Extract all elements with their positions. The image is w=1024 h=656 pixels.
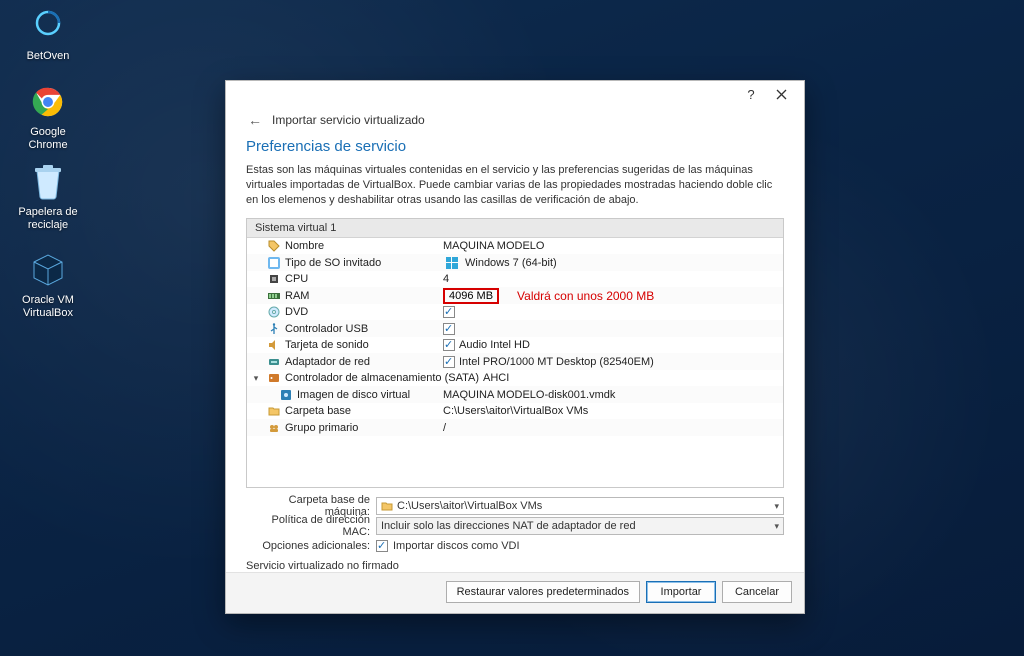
checkbox[interactable]: [443, 306, 455, 318]
cpu-icon: [265, 273, 283, 285]
desktop-icon-label: Papelera de reciclaje: [10, 206, 86, 231]
checkbox[interactable]: [443, 323, 455, 335]
titlebar: ?: [226, 81, 804, 108]
usb-icon: [265, 323, 283, 335]
chevron-down-icon: ▾: [774, 521, 779, 532]
storage-icon: [265, 372, 283, 384]
settings-group-header: Sistema virtual 1: [247, 219, 783, 238]
row-ram[interactable]: RAM 4096 MB Valdrá con unos 2000 MB: [247, 287, 783, 304]
desktop-icon-chrome[interactable]: Google Chrome: [10, 82, 86, 151]
row-name[interactable]: Nombre MAQUINA MODELO: [247, 238, 783, 255]
back-arrow-icon[interactable]: ←: [246, 112, 264, 128]
disk-image-icon: [277, 389, 295, 401]
breadcrumb-title: Importar servicio virtualizado: [272, 113, 425, 127]
import-button[interactable]: Importar: [646, 581, 716, 603]
row-disk-image[interactable]: Imagen de disco virtual MAQUINA MODELO-d…: [247, 386, 783, 403]
expand-toggle[interactable]: ▾: [247, 373, 265, 384]
ram-value-highlight: 4096 MB: [443, 288, 499, 304]
import-vdi-label: Importar discos como VDI: [393, 540, 520, 552]
row-audio[interactable]: Tarjeta de sonido Audio Intel HD: [247, 337, 783, 354]
section-description: Estas son las máquinas virtuales conteni…: [226, 163, 804, 218]
windows-icon: [443, 257, 461, 269]
unsigned-notice: Servicio virtualizado no firmado: [246, 560, 784, 572]
network-icon: [265, 356, 283, 368]
ram-icon: [265, 290, 283, 302]
disc-icon: [265, 306, 283, 318]
group-icon: [265, 422, 283, 434]
folder-icon: [381, 500, 393, 512]
desktop-icon-virtualbox[interactable]: Oracle VM VirtualBox: [10, 250, 86, 319]
desktop-icon-label: BetOven: [10, 50, 86, 63]
settings-table: Sistema virtual 1 Nombre MAQUINA MODELO …: [246, 218, 784, 488]
base-folder-combo[interactable]: C:\Users\aitor\VirtualBox VMs ▾: [376, 497, 784, 515]
virtualbox-icon: [28, 250, 68, 290]
button-bar: Restaurar valores predeterminados Import…: [226, 572, 804, 613]
mac-policy-combo[interactable]: Incluir solo las direcciones NAT de adap…: [376, 517, 784, 535]
restore-defaults-button[interactable]: Restaurar valores predeterminados: [446, 581, 640, 603]
row-dvd[interactable]: DVD: [247, 304, 783, 321]
help-button[interactable]: ?: [736, 83, 766, 107]
checkbox[interactable]: [443, 356, 455, 368]
row-primary-group[interactable]: Grupo primario /: [247, 419, 783, 436]
ram-annotation: Valdrá con unos 2000 MB: [517, 289, 654, 303]
desktop-icon-label: Oracle VM VirtualBox: [10, 294, 86, 319]
desktop-icon-betoven[interactable]: BetOven: [10, 6, 86, 63]
chrome-icon: [28, 82, 68, 122]
desktop-icon-label: Google Chrome: [10, 126, 86, 151]
mac-policy-label: Política de dirección MAC:: [246, 514, 376, 538]
checkbox[interactable]: [443, 339, 455, 351]
breadcrumb: ← Importar servicio virtualizado: [226, 108, 804, 134]
form-area: Carpeta base de máquina: C:\Users\aitor\…: [246, 496, 784, 556]
row-cpu[interactable]: CPU 4: [247, 271, 783, 288]
cancel-button[interactable]: Cancelar: [722, 581, 792, 603]
section-title: Preferencias de servicio: [226, 134, 804, 163]
app-icon: [28, 6, 68, 46]
additional-options-label: Opciones adicionales:: [246, 540, 376, 552]
speaker-icon: [265, 339, 283, 351]
row-os[interactable]: Tipo de SO invitado Windows 7 (64-bit): [247, 254, 783, 271]
chevron-down-icon: ▾: [774, 501, 779, 512]
desktop-icon-recycle[interactable]: Papelera de reciclaje: [10, 162, 86, 231]
row-network[interactable]: Adaptador de red Intel PRO/1000 MT Deskt…: [247, 353, 783, 370]
folder-icon: [265, 405, 283, 417]
row-storage-controller[interactable]: ▾ Controlador de almacenamiento (SATA) A…: [247, 370, 783, 387]
import-vdi-checkbox[interactable]: [376, 540, 388, 552]
desktop: BetOven Google Chrome Papelera de recicl…: [0, 0, 1024, 656]
recycle-bin-icon: [28, 162, 68, 202]
row-usb[interactable]: Controlador USB: [247, 320, 783, 337]
tag-icon: [265, 240, 283, 252]
import-dialog: ? ← Importar servicio virtualizado Prefe…: [225, 80, 805, 614]
row-base-folder[interactable]: Carpeta base C:\Users\aitor\VirtualBox V…: [247, 403, 783, 420]
os-icon: [265, 257, 283, 269]
close-button[interactable]: [766, 83, 796, 107]
